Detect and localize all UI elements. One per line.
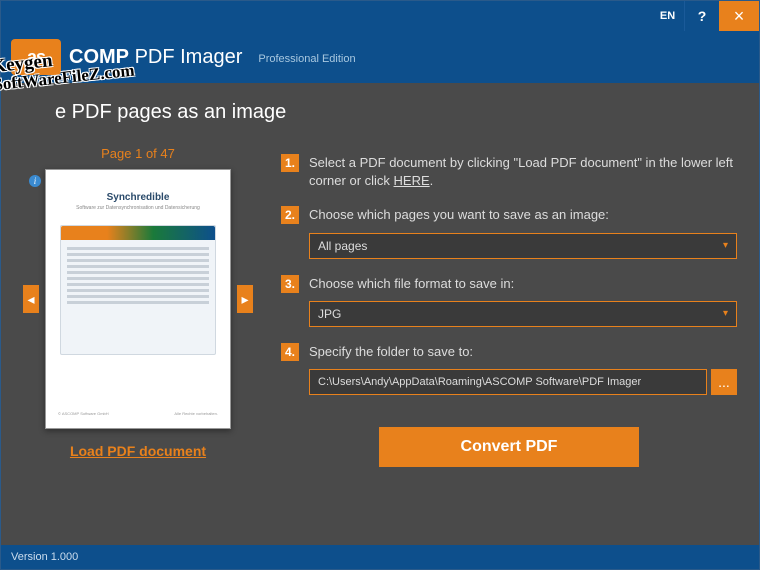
preview-doc-subtitle: Software zur Datensynchronisation und Da… bbox=[54, 205, 222, 211]
step-1-head: 1. Select a PDF document by clicking "Lo… bbox=[281, 154, 737, 190]
prev-page-button[interactable]: ◂ bbox=[23, 285, 39, 313]
preview-mini-toolbar bbox=[61, 226, 215, 240]
preview-doc-title: Synchredible bbox=[54, 192, 222, 203]
preview-mini-row bbox=[67, 289, 209, 292]
content-row: Page 1 of 47 ◂ i Synchredible Software z… bbox=[23, 146, 737, 545]
pages-dropdown[interactable]: All pages ▾ bbox=[309, 233, 737, 259]
app-window: EN ? × as COMP PDF Imager Professional E… bbox=[0, 0, 760, 570]
convert-row: Convert PDF bbox=[281, 427, 737, 467]
chevron-down-icon: ▾ bbox=[723, 308, 728, 319]
pdf-preview[interactable]: i Synchredible Software zur Datensynchro… bbox=[45, 169, 231, 429]
version-label: Version 1.000 bbox=[11, 551, 78, 563]
step-3-head: 3. Choose which file format to save in: bbox=[281, 275, 737, 293]
convert-button[interactable]: Convert PDF bbox=[379, 427, 639, 467]
step-4: 4. Specify the folder to save to: C:\Use… bbox=[281, 343, 737, 395]
steps-column: 1. Select a PDF document by clicking "Lo… bbox=[281, 146, 737, 545]
titlebar: EN ? × bbox=[1, 1, 759, 31]
preview-mini-body bbox=[61, 240, 215, 311]
step-3-number: 3. bbox=[281, 275, 299, 293]
preview-mini-row bbox=[67, 265, 209, 268]
step-1-text-a: Select a PDF document by clicking "Load … bbox=[309, 155, 733, 188]
step-3: 3. Choose which file format to save in: … bbox=[281, 275, 737, 327]
preview-mini-row bbox=[67, 283, 209, 286]
chevron-down-icon: ▾ bbox=[723, 240, 728, 251]
step-1-text-b: . bbox=[430, 173, 434, 188]
info-icon: i bbox=[29, 175, 41, 187]
edition-label: Professional Edition bbox=[258, 53, 355, 65]
step-4-text: Specify the folder to save to: bbox=[309, 343, 473, 361]
step-2-text: Choose which pages you want to save as a… bbox=[309, 206, 609, 224]
close-button[interactable]: × bbox=[719, 1, 759, 31]
step-3-text: Choose which file format to save in: bbox=[309, 275, 514, 293]
save-path-input[interactable]: C:\Users\Andy\AppData\Roaming\ASCOMP Sof… bbox=[309, 369, 707, 395]
preview-mini-row bbox=[67, 277, 209, 280]
preview-wrap: ◂ i Synchredible Software zur Datensynch… bbox=[23, 169, 253, 429]
format-dropdown-value: JPG bbox=[318, 307, 341, 321]
next-page-button[interactable]: ▸ bbox=[237, 285, 253, 313]
step-1-text: Select a PDF document by clicking "Load … bbox=[309, 154, 737, 190]
step-1-here-link[interactable]: HERE bbox=[394, 173, 430, 188]
browse-button[interactable]: ... bbox=[711, 369, 737, 395]
step-2: 2. Choose which pages you want to save a… bbox=[281, 206, 737, 258]
step-4-number: 4. bbox=[281, 343, 299, 361]
statusbar: Version 1.000 bbox=[1, 545, 759, 569]
preview-mini-row bbox=[67, 295, 209, 298]
preview-mini-row bbox=[67, 259, 209, 262]
step-2-control: All pages ▾ bbox=[309, 233, 737, 259]
preview-mini-row bbox=[67, 271, 209, 274]
preview-mini-row bbox=[67, 301, 209, 304]
step-2-number: 2. bbox=[281, 206, 299, 224]
format-dropdown[interactable]: JPG ▾ bbox=[309, 301, 737, 327]
preview-mini-row bbox=[67, 247, 209, 250]
pages-dropdown-value: All pages bbox=[318, 239, 367, 253]
step-2-head: 2. Choose which pages you want to save a… bbox=[281, 206, 737, 224]
preview-mini-row bbox=[67, 253, 209, 256]
preview-footer: © ASCOMP Software GmbHAlle Rechte vorbeh… bbox=[54, 407, 222, 420]
step-4-control: C:\Users\Andy\AppData\Roaming\ASCOMP Sof… bbox=[309, 369, 737, 395]
step-1: 1. Select a PDF document by clicking "Lo… bbox=[281, 154, 737, 190]
step-1-number: 1. bbox=[281, 154, 299, 172]
main-body: e PDF pages as an image Page 1 of 47 ◂ i… bbox=[1, 83, 759, 545]
step-4-head: 4. Specify the folder to save to: bbox=[281, 343, 737, 361]
product-title: PDF Imager bbox=[135, 46, 243, 68]
page-title: e PDF pages as an image bbox=[55, 101, 737, 124]
step-3-control: JPG ▾ bbox=[309, 301, 737, 327]
preview-mini-window bbox=[60, 225, 216, 355]
page-counter: Page 1 of 47 bbox=[101, 146, 175, 161]
preview-column: Page 1 of 47 ◂ i Synchredible Software z… bbox=[23, 146, 253, 545]
language-button[interactable]: EN bbox=[651, 1, 685, 31]
help-button[interactable]: ? bbox=[685, 1, 719, 31]
load-pdf-link[interactable]: Load PDF document bbox=[70, 443, 206, 459]
